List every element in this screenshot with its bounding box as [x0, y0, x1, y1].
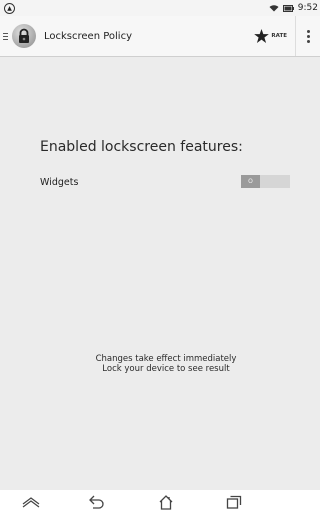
rate-label: RATE: [271, 33, 287, 39]
app-bar: Lockscreen Policy RATE: [0, 16, 320, 57]
back-icon[interactable]: [87, 493, 107, 511]
status-time: 9:52: [297, 3, 318, 13]
star-icon: [254, 29, 270, 43]
info-line: Changes take effect immediately: [95, 354, 237, 364]
overflow-menu-icon[interactable]: [296, 16, 320, 56]
nav-bar: [0, 490, 320, 514]
wifi-icon: [269, 5, 279, 12]
main-content: Enabled lockscreen features: Widgets O C…: [0, 57, 320, 487]
battery-icon: [282, 4, 294, 12]
page-title: Lockscreen Policy: [44, 30, 132, 42]
drawer-icon[interactable]: [3, 32, 8, 40]
status-bar: ▲ 9:52: [0, 0, 320, 16]
recents-icon[interactable]: [224, 493, 244, 511]
info-text: Changes take effect immediately Lock you…: [60, 354, 272, 374]
navbar-collapse-icon[interactable]: [21, 493, 41, 511]
section-title: Enabled lockscreen features:: [40, 139, 243, 155]
home-icon[interactable]: [156, 493, 176, 511]
info-line: Lock your device to see result: [102, 364, 230, 374]
rate-button[interactable]: RATE: [246, 16, 296, 56]
setting-label-widgets: Widgets: [40, 177, 79, 188]
toggle-knob: O: [241, 175, 260, 188]
widgets-toggle[interactable]: O: [241, 175, 290, 188]
notification-icon: ▲: [4, 2, 15, 14]
lock-app-icon[interactable]: [12, 24, 36, 48]
